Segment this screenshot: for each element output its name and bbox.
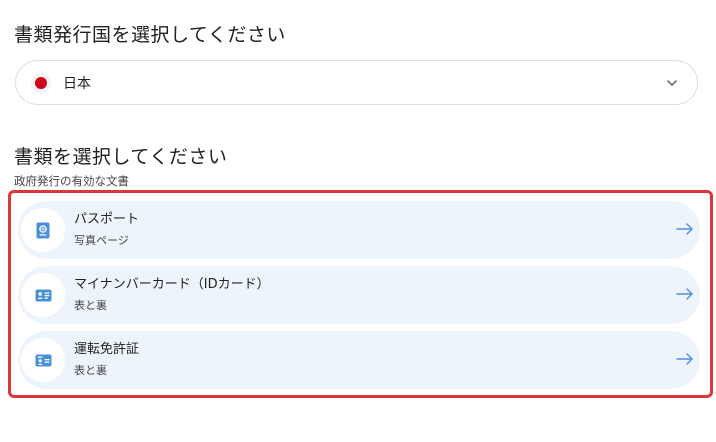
document-option-title: 運転免許証 (74, 342, 140, 357)
document-option-my-number-card[interactable]: マイナンバーカード（IDカード） 表と裏 (18, 266, 700, 324)
document-option-title: マイナンバーカード（IDカード） (74, 277, 270, 292)
japan-flag-icon (31, 72, 51, 93)
arrow-right-icon[interactable] (676, 287, 694, 301)
document-option-drivers-license[interactable]: 運転免許証 表と裏 (18, 331, 700, 389)
arrow-right-icon[interactable] (676, 352, 694, 366)
arrow-right-icon[interactable] (676, 222, 694, 236)
document-options-list: パスポート 写真ページ マイナンバーカード（IDカード） 表と裏 運転免許証 表… (18, 201, 700, 396)
document-option-subtitle: 表と裏 (74, 364, 107, 377)
document-option-passport[interactable]: パスポート 写真ページ (18, 201, 700, 259)
country-select-value: 日本 (63, 75, 91, 92)
document-option-title: パスポート (74, 212, 140, 227)
passport-icon (36, 222, 50, 238)
document-section-subheading: 政府発行の有効な文書 (14, 174, 129, 188)
chevron-down-icon[interactable] (665, 76, 679, 90)
id-card-icon (35, 289, 51, 301)
country-section-heading: 書類発行国を選択してください (14, 24, 286, 46)
document-section-heading: 書類を選択してください (14, 146, 228, 168)
country-select[interactable]: 日本 (15, 60, 698, 105)
document-option-subtitle: 写真ページ (74, 234, 129, 247)
document-option-subtitle: 表と裏 (74, 299, 107, 312)
drivers-license-icon (35, 354, 51, 366)
